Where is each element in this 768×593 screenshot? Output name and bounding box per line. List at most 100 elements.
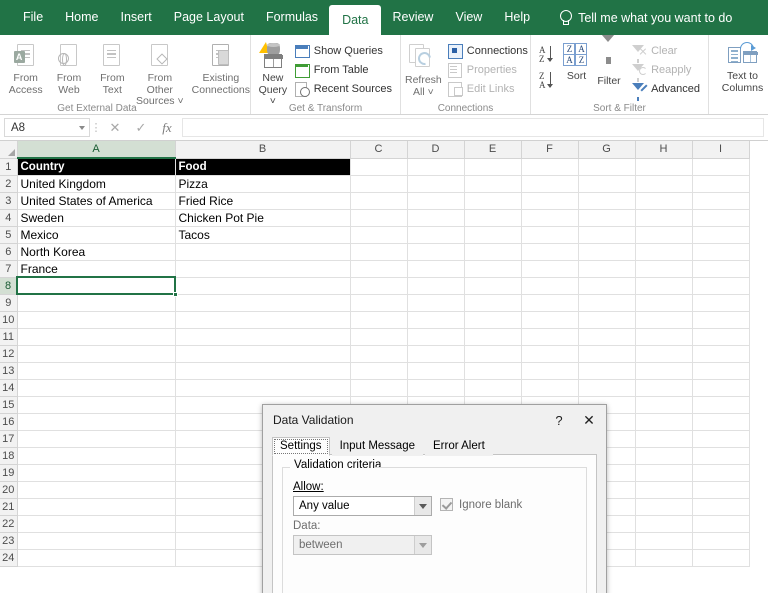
select-all-corner[interactable]: [0, 141, 18, 159]
column-header-i[interactable]: I: [692, 141, 750, 159]
cell-i19[interactable]: [692, 464, 750, 482]
column-header-g[interactable]: G: [578, 141, 636, 159]
tab-input-message[interactable]: Input Message: [331, 437, 423, 456]
recent-sources-item[interactable]: Recent Sources: [291, 80, 396, 99]
cell-i13[interactable]: [692, 362, 750, 380]
cell-i24[interactable]: [692, 549, 750, 567]
column-header-d[interactable]: D: [407, 141, 465, 159]
cell-a15[interactable]: [17, 396, 176, 414]
cell-e13[interactable]: [464, 362, 522, 380]
allow-dropdown[interactable]: Any value: [293, 496, 432, 516]
row-header-12[interactable]: 12: [0, 345, 18, 363]
cell-b6[interactable]: [175, 243, 351, 261]
cell-d9[interactable]: [407, 294, 465, 312]
cell-h8[interactable]: [635, 277, 693, 295]
cell-h15[interactable]: [635, 396, 693, 414]
cell-c10[interactable]: [350, 311, 408, 329]
cell-a9[interactable]: [17, 294, 176, 312]
cell-c12[interactable]: [350, 345, 408, 363]
cell-f14[interactable]: [521, 379, 579, 397]
cell-e9[interactable]: [464, 294, 522, 312]
cell-d3[interactable]: [407, 192, 465, 210]
cell-e11[interactable]: [464, 328, 522, 346]
cell-a2[interactable]: United Kingdom: [17, 175, 176, 193]
cell-h4[interactable]: [635, 209, 693, 227]
cell-g8[interactable]: [578, 277, 636, 295]
cell-i2[interactable]: [692, 175, 750, 193]
cell-e12[interactable]: [464, 345, 522, 363]
cell-g11[interactable]: [578, 328, 636, 346]
cell-d1[interactable]: [407, 158, 465, 176]
column-header-a[interactable]: A: [17, 141, 176, 159]
cell-i18[interactable]: [692, 447, 750, 465]
cell-g13[interactable]: [578, 362, 636, 380]
show-queries-item[interactable]: Show Queries: [291, 42, 396, 61]
cell-c1[interactable]: [350, 158, 408, 176]
cell-d13[interactable]: [407, 362, 465, 380]
cell-e14[interactable]: [464, 379, 522, 397]
cell-e4[interactable]: [464, 209, 522, 227]
cell-h17[interactable]: [635, 430, 693, 448]
cell-h1[interactable]: [635, 158, 693, 176]
tab-error-alert[interactable]: Error Alert: [425, 437, 493, 456]
cell-f4[interactable]: [521, 209, 579, 227]
cell-i9[interactable]: [692, 294, 750, 312]
from-access-button[interactable]: A From Access: [4, 38, 47, 96]
cell-g9[interactable]: [578, 294, 636, 312]
cell-b12[interactable]: [175, 345, 351, 363]
row-header-9[interactable]: 9: [0, 294, 18, 312]
cell-i15[interactable]: [692, 396, 750, 414]
cell-f12[interactable]: [521, 345, 579, 363]
cell-f11[interactable]: [521, 328, 579, 346]
cell-e8[interactable]: [464, 277, 522, 295]
cell-a18[interactable]: [17, 447, 176, 465]
sort-ascending-icon[interactable]: AZ: [539, 44, 561, 70]
cell-g7[interactable]: [578, 260, 636, 278]
cell-a24[interactable]: [17, 549, 176, 567]
column-header-f[interactable]: F: [521, 141, 579, 159]
cell-e2[interactable]: [464, 175, 522, 193]
cell-h6[interactable]: [635, 243, 693, 261]
cell-a3[interactable]: United States of America: [17, 192, 176, 210]
cell-h20[interactable]: [635, 481, 693, 499]
from-other-sources-button[interactable]: From Other Sources ˅: [134, 38, 186, 108]
cell-a1[interactable]: Country: [17, 158, 176, 176]
ribbon-tab-formulas[interactable]: Formulas: [255, 0, 329, 35]
row-header-3[interactable]: 3: [0, 192, 18, 210]
cell-h19[interactable]: [635, 464, 693, 482]
from-table-item[interactable]: From Table: [291, 61, 396, 80]
ribbon-tab-review[interactable]: Review: [381, 0, 444, 35]
data-dropdown-chevron-down-icon[interactable]: [414, 536, 431, 554]
cell-a16[interactable]: [17, 413, 176, 431]
cell-b3[interactable]: Fried Rice: [175, 192, 351, 210]
cell-d4[interactable]: [407, 209, 465, 227]
confirm-entry-icon[interactable]: ✓: [128, 118, 154, 138]
cell-g2[interactable]: [578, 175, 636, 193]
row-header-22[interactable]: 22: [0, 515, 18, 533]
cell-a20[interactable]: [17, 481, 176, 499]
ignore-blank-checkbox[interactable]: [440, 498, 453, 511]
cell-c6[interactable]: [350, 243, 408, 261]
cell-d8[interactable]: [407, 277, 465, 295]
allow-dropdown-chevron-down-icon[interactable]: [414, 497, 431, 515]
cell-h7[interactable]: [635, 260, 693, 278]
cell-a8[interactable]: [17, 277, 176, 295]
connections-item[interactable]: Connections: [444, 42, 532, 61]
cell-a4[interactable]: Sweden: [17, 209, 176, 227]
cell-h12[interactable]: [635, 345, 693, 363]
cell-c14[interactable]: [350, 379, 408, 397]
cell-i14[interactable]: [692, 379, 750, 397]
cell-e7[interactable]: [464, 260, 522, 278]
cell-f6[interactable]: [521, 243, 579, 261]
cell-h3[interactable]: [635, 192, 693, 210]
cell-h9[interactable]: [635, 294, 693, 312]
cell-d7[interactable]: [407, 260, 465, 278]
cell-i6[interactable]: [692, 243, 750, 261]
cell-h10[interactable]: [635, 311, 693, 329]
row-header-13[interactable]: 13: [0, 362, 18, 380]
ribbon-tab-home[interactable]: Home: [54, 0, 109, 35]
cell-d5[interactable]: [407, 226, 465, 244]
cell-b2[interactable]: Pizza: [175, 175, 351, 193]
cell-i7[interactable]: [692, 260, 750, 278]
cell-f10[interactable]: [521, 311, 579, 329]
